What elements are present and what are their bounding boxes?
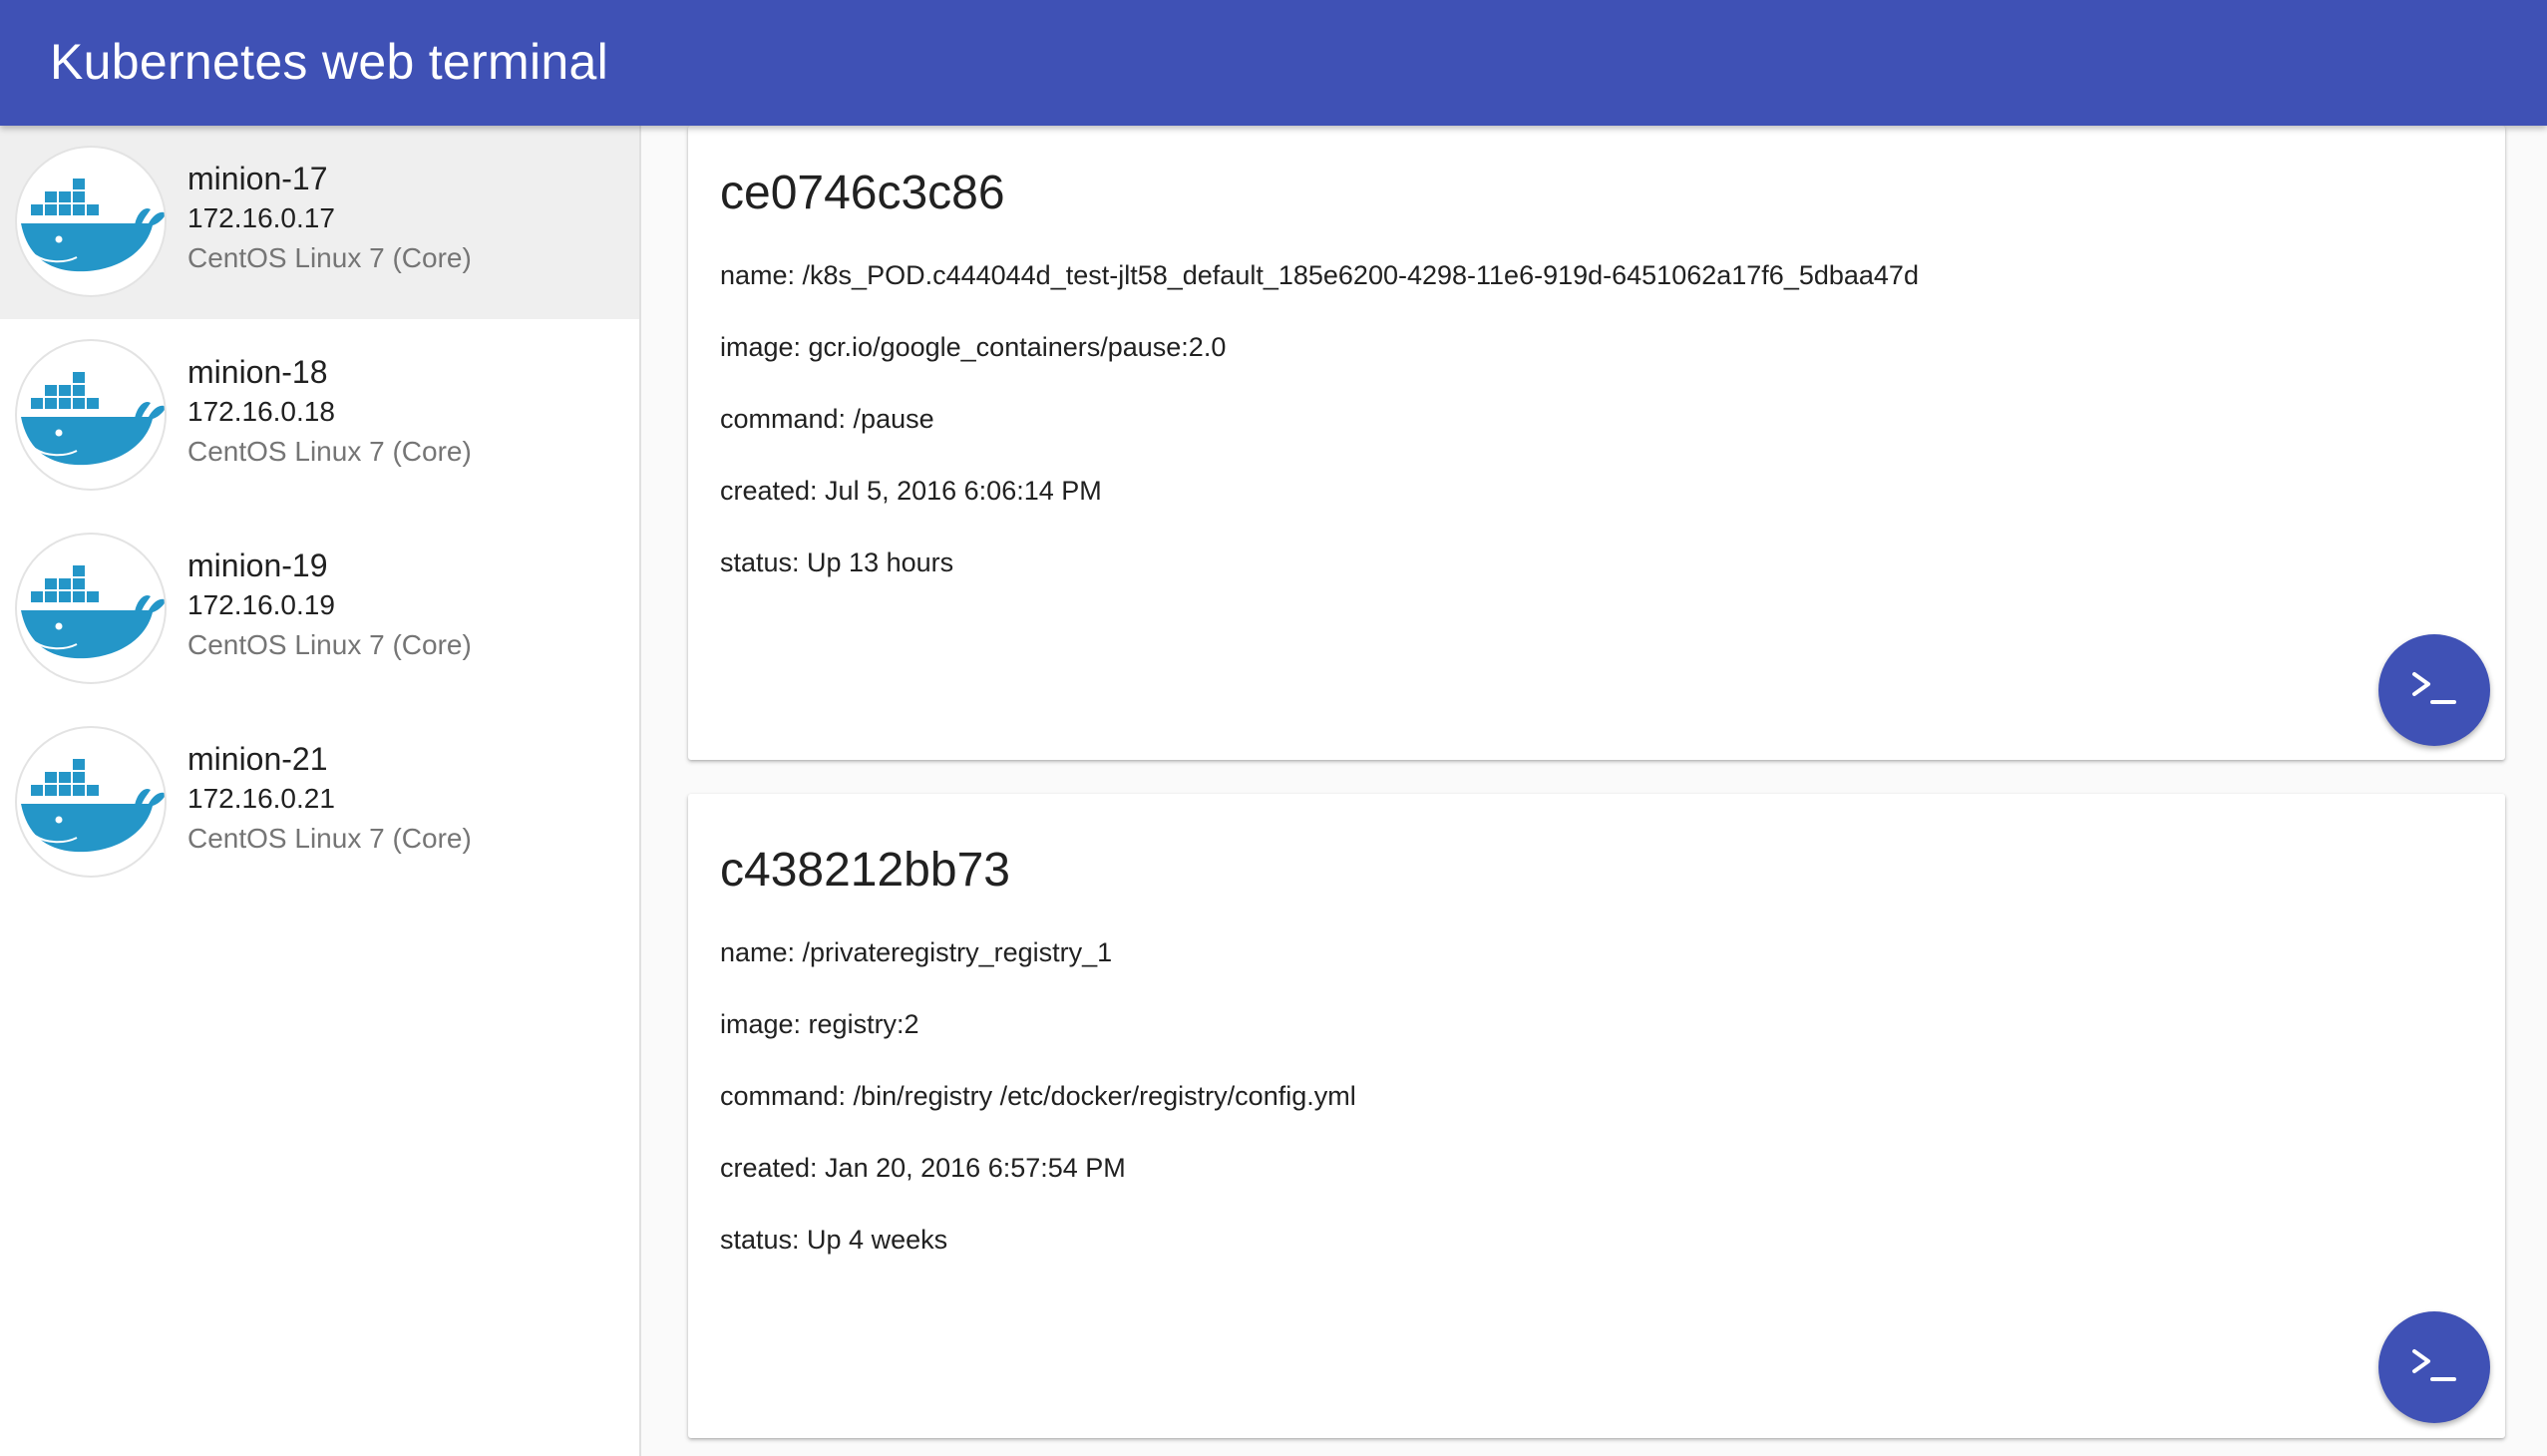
container-id: ce0746c3c86: [720, 167, 1005, 219]
node-ip: 172.16.0.19: [187, 589, 335, 620]
container-status: status: Up 4 weeks: [720, 1225, 948, 1255]
container-id: c438212bb73: [720, 844, 1010, 897]
node-os: CentOS Linux 7 (Core): [187, 629, 472, 660]
node-name: minion-19: [187, 547, 328, 583]
avatar: [15, 726, 167, 878]
container-created: created: Jan 20, 2016 6:57:54 PM: [720, 1153, 1126, 1183]
node-item-minion-21[interactable]: minion-21 172.16.0.21 CentOS Linux 7 (Co…: [0, 706, 639, 900]
node-os: CentOS Linux 7 (Core): [187, 436, 472, 467]
node-os: CentOS Linux 7 (Core): [187, 823, 472, 854]
docker-whale-icon: [21, 179, 165, 272]
node-name: minion-18: [187, 354, 328, 390]
node-os: CentOS Linux 7 (Core): [187, 242, 472, 273]
node-name: minion-21: [187, 741, 328, 777]
container-card: ce0746c3c86 name: /k8s_POD.c444044d_test…: [688, 126, 2505, 760]
node-ip: 172.16.0.17: [187, 202, 335, 233]
container-status: status: Up 13 hours: [720, 547, 954, 577]
app-bar: Kubernetes web terminal: [0, 0, 2547, 126]
terminal-icon: [2412, 672, 2456, 704]
avatar: [15, 533, 167, 684]
node-ip: 172.16.0.18: [187, 396, 335, 427]
avatar: [15, 146, 167, 297]
open-terminal-button[interactable]: [2378, 1311, 2490, 1423]
open-terminal-button[interactable]: [2378, 634, 2490, 746]
terminal-icon: [2412, 1349, 2456, 1381]
container-image: image: gcr.io/google_containers/pause:2.…: [720, 332, 1227, 362]
container-name: name: /k8s_POD.c444044d_test-jlt58_defau…: [720, 260, 1919, 290]
node-item-minion-17[interactable]: minion-17 172.16.0.17 CentOS Linux 7 (Co…: [0, 126, 639, 319]
avatar: [15, 339, 167, 491]
container-card: c438212bb73 name: /privateregistry_regis…: [688, 794, 2505, 1438]
app-title: Kubernetes web terminal: [50, 34, 608, 90]
container-image: image: registry:2: [720, 1009, 919, 1039]
node-name: minion-17: [187, 161, 328, 196]
container-name: name: /privateregistry_registry_1: [720, 937, 1113, 967]
container-command: command: /pause: [720, 404, 934, 434]
container-command: command: /bin/registry /etc/docker/regis…: [720, 1081, 1356, 1111]
node-list-sidebar: minion-17 172.16.0.17 CentOS Linux 7 (Co…: [0, 126, 641, 1456]
node-ip: 172.16.0.21: [187, 783, 335, 814]
docker-whale-icon: [21, 759, 165, 853]
container-created: created: Jul 5, 2016 6:06:14 PM: [720, 476, 1102, 506]
docker-whale-icon: [21, 372, 165, 466]
node-item-minion-18[interactable]: minion-18 172.16.0.18 CentOS Linux 7 (Co…: [0, 319, 639, 513]
node-item-minion-19[interactable]: minion-19 172.16.0.19 CentOS Linux 7 (Co…: [0, 513, 639, 706]
docker-whale-icon: [21, 565, 165, 659]
